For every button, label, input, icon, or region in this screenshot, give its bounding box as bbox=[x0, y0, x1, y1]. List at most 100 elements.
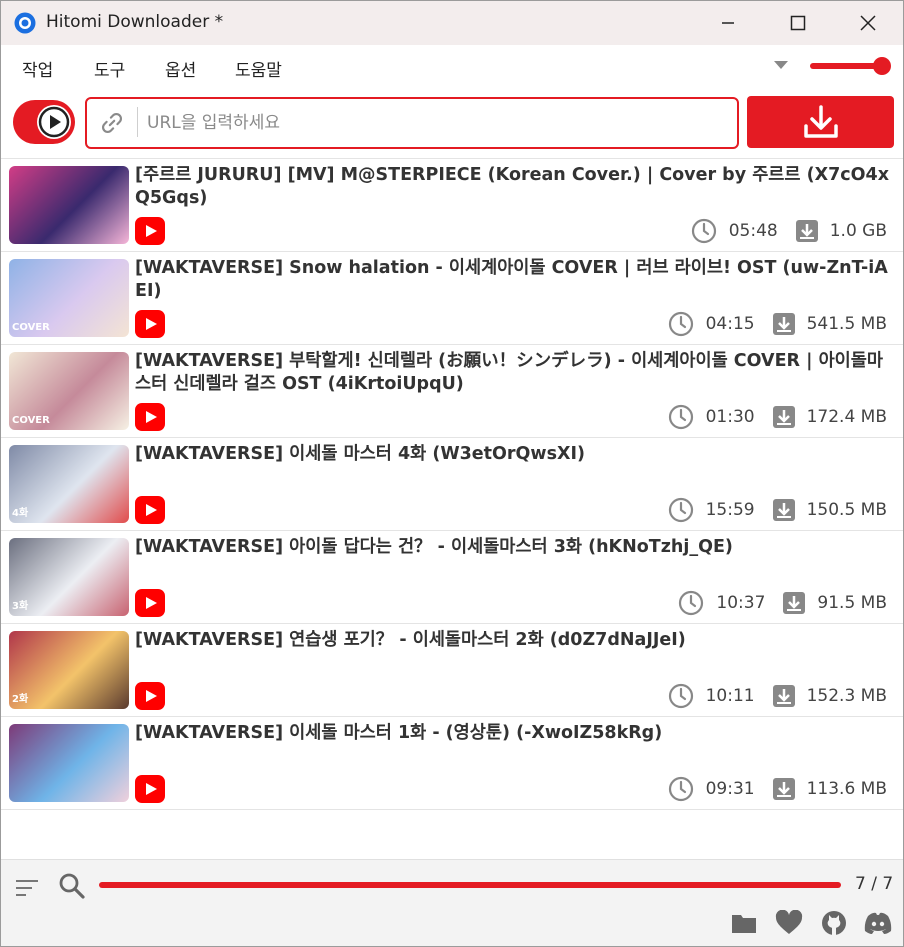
url-separator bbox=[137, 107, 138, 137]
youtube-icon[interactable] bbox=[135, 217, 165, 245]
search-icon[interactable] bbox=[58, 872, 86, 900]
download-duration: 04:15 bbox=[705, 314, 755, 334]
video-thumbnail[interactable]: COVER bbox=[9, 259, 129, 337]
minimize-icon bbox=[722, 22, 734, 24]
download-item[interactable]: 3화 [WAKTAVERSE] 아이돌 답다는 건？ - 이세돌마스터 3화 (h… bbox=[1, 531, 903, 624]
video-thumbnail[interactable]: 3화 bbox=[9, 538, 129, 616]
download-item[interactable]: 2화 [WAKTAVERSE] 연습생 포기？ - 이세돌마스터 2화 (d0Z7… bbox=[1, 624, 903, 717]
window-title: Hitomi Downloader * bbox=[46, 12, 224, 32]
download-size: 172.4 MB bbox=[806, 407, 887, 427]
youtube-icon[interactable] bbox=[135, 496, 165, 524]
download-title: [WAKTAVERSE] 이세돌 마스터 1화 - (영상툰) (-XwoIZ5… bbox=[135, 723, 663, 743]
youtube-icon[interactable] bbox=[135, 682, 165, 710]
file-download-icon bbox=[772, 685, 795, 707]
download-item[interactable]: COVER [WAKTAVERSE] Snow halation - 이세계아이돌… bbox=[1, 252, 903, 345]
youtube-icon[interactable] bbox=[135, 403, 165, 431]
play-icon bbox=[38, 106, 70, 138]
chevron-down-icon[interactable] bbox=[774, 61, 788, 69]
download-meta: 05:48 1.0 GB bbox=[691, 217, 887, 245]
discord-icon[interactable] bbox=[864, 910, 892, 936]
download-meta: 15:59 150.5 MB bbox=[668, 496, 887, 524]
thumbnail-tag: 3화 bbox=[12, 601, 29, 612]
download-title: [WAKTAVERSE] 이세돌 마스터 4화 (W3etOrQwsXI) bbox=[135, 444, 586, 464]
menu-tools[interactable]: 도구 bbox=[94, 56, 125, 81]
close-icon bbox=[860, 15, 876, 31]
file-download-icon bbox=[772, 313, 795, 335]
clock-icon bbox=[668, 311, 693, 337]
download-item[interactable]: COVER [WAKTAVERSE] 부탁할게! 신데렐라 (お願い！シンデレラ)… bbox=[1, 345, 903, 438]
download-meta: 10:37 91.5 MB bbox=[678, 589, 887, 617]
menu-job[interactable]: 작업 bbox=[22, 56, 53, 81]
link-icon bbox=[102, 113, 122, 133]
youtube-icon[interactable] bbox=[135, 589, 165, 617]
title-bar: Hitomi Downloader * bbox=[1, 1, 903, 45]
file-download-icon bbox=[772, 778, 795, 800]
thumbnail-tag: COVER bbox=[12, 322, 50, 333]
download-item[interactable]: [주르르 JURURU] [MV] M@STERPIECE (Korean Co… bbox=[1, 159, 903, 252]
url-input[interactable] bbox=[147, 109, 717, 137]
thumbnail-tag: COVER bbox=[12, 415, 50, 426]
download-item[interactable]: [WAKTAVERSE] 이세돌 마스터 1화 - (영상툰) (-XwoIZ5… bbox=[1, 717, 903, 810]
video-thumbnail[interactable] bbox=[9, 724, 129, 802]
download-count: 7 / 7 bbox=[855, 874, 894, 894]
download-size: 541.5 MB bbox=[806, 314, 887, 334]
menu-options[interactable]: 옵션 bbox=[165, 56, 196, 81]
download-size: 113.6 MB bbox=[806, 779, 887, 799]
file-download-icon bbox=[795, 220, 818, 242]
clock-icon bbox=[691, 218, 716, 244]
download-size: 152.3 MB bbox=[806, 686, 887, 706]
video-thumbnail[interactable]: 2화 bbox=[9, 631, 129, 709]
download-duration: 05:48 bbox=[728, 221, 778, 241]
download-item[interactable]: 4화 [WAKTAVERSE] 이세돌 마스터 4화 (W3etOrQwsXI) 1… bbox=[1, 438, 903, 531]
download-title: [WAKTAVERSE] 연습생 포기？ - 이세돌마스터 2화 (d0Z7dN… bbox=[135, 630, 686, 650]
download-duration: 10:37 bbox=[716, 593, 766, 613]
overall-progress-bar bbox=[99, 882, 841, 888]
video-thumbnail[interactable]: COVER bbox=[9, 352, 129, 430]
download-button[interactable] bbox=[747, 96, 894, 148]
download-icon bbox=[803, 105, 838, 138]
file-download-icon bbox=[772, 499, 795, 521]
download-list: [주르르 JURURU] [MV] M@STERPIECE (Korean Co… bbox=[1, 159, 903, 810]
clock-icon bbox=[668, 497, 693, 523]
download-meta: 09:31 113.6 MB bbox=[668, 775, 887, 803]
toggle-knob[interactable] bbox=[37, 105, 71, 139]
download-meta: 01:30 172.4 MB bbox=[668, 403, 887, 431]
clock-icon bbox=[679, 590, 704, 616]
download-duration: 15:59 bbox=[705, 500, 755, 520]
github-icon[interactable] bbox=[820, 910, 848, 936]
download-size: 150.5 MB bbox=[806, 500, 887, 520]
download-duration: 10:11 bbox=[705, 686, 755, 706]
app-logo-icon bbox=[14, 12, 36, 34]
folder-icon[interactable] bbox=[730, 910, 758, 936]
download-size: 91.5 MB bbox=[817, 593, 887, 613]
video-thumbnail[interactable] bbox=[9, 166, 129, 244]
clock-icon bbox=[668, 776, 693, 802]
app-window: Hitomi Downloader * 작업 도구 옵션 도움말 URL을 입력… bbox=[0, 0, 904, 947]
volume-slider-handle[interactable] bbox=[873, 57, 891, 75]
menu-bar: 작업 도구 옵션 도움말 bbox=[1, 45, 903, 90]
volume-slider[interactable] bbox=[810, 63, 882, 69]
download-meta: 04:15 541.5 MB bbox=[668, 310, 887, 338]
thumbnail-tag: 4화 bbox=[12, 508, 29, 519]
minimize-button[interactable] bbox=[693, 1, 763, 45]
close-button[interactable] bbox=[833, 1, 903, 45]
file-download-icon bbox=[772, 406, 795, 428]
thumbnail-tag: 2화 bbox=[12, 694, 29, 705]
maximize-button[interactable] bbox=[763, 1, 833, 45]
filter-icon[interactable] bbox=[14, 875, 40, 901]
download-meta: 10:11 152.3 MB bbox=[668, 682, 887, 710]
download-title: [WAKTAVERSE] 부탁할게! 신데렐라 (お願い！シンデレラ) - 이세… bbox=[135, 351, 883, 394]
clock-icon bbox=[668, 683, 693, 709]
download-duration: 09:31 bbox=[705, 779, 755, 799]
menu-help[interactable]: 도움말 bbox=[235, 56, 282, 81]
youtube-icon[interactable] bbox=[135, 775, 165, 803]
video-thumbnail[interactable]: 4화 bbox=[9, 445, 129, 523]
youtube-icon[interactable] bbox=[135, 310, 165, 338]
heart-icon[interactable] bbox=[775, 910, 803, 936]
download-duration: 01:30 bbox=[705, 407, 755, 427]
download-title: [WAKTAVERSE] 아이돌 답다는 건？ - 이세돌마스터 3화 (hKN… bbox=[135, 537, 733, 557]
clock-icon bbox=[668, 404, 693, 430]
bottom-bar: 7 / 7 bbox=[1, 859, 903, 946]
download-size: 1.0 GB bbox=[829, 221, 887, 241]
maximize-icon bbox=[790, 15, 806, 31]
